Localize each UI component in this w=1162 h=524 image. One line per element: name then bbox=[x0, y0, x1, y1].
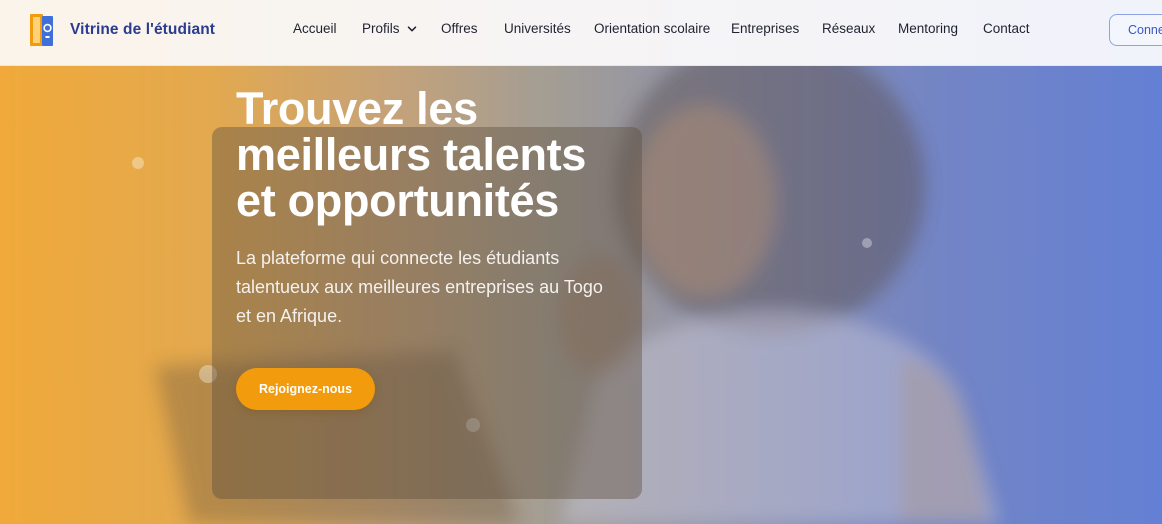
nav-item-profils[interactable]: Profils bbox=[362, 21, 417, 36]
nav-item-orientation-scolaire[interactable]: Orientation scolaire bbox=[594, 21, 710, 36]
door-logo-icon bbox=[28, 12, 56, 48]
nav-item-contact[interactable]: Contact bbox=[983, 21, 1030, 36]
brand-name: Vitrine de l'étudiant bbox=[70, 21, 216, 38]
hero-subtitle: La plateforme qui connecte les étudiants… bbox=[236, 248, 603, 326]
chevron-down-icon bbox=[407, 24, 417, 34]
nav-item-mentoring[interactable]: Mentoring bbox=[898, 21, 958, 36]
nav-item-reseaux[interactable]: Réseaux bbox=[822, 21, 875, 36]
decorative-dot bbox=[862, 238, 872, 248]
hero-title: Trouvez les meilleurs talents et opportu… bbox=[236, 83, 587, 226]
join-us-button[interactable]: Rejoignez-nous bbox=[236, 368, 375, 410]
site-header: Vitrine de l'étudiant Accueil Profils Of… bbox=[0, 0, 1162, 66]
nav-item-label: Profils bbox=[362, 21, 400, 36]
nav-item-entreprises[interactable]: Entreprises bbox=[731, 21, 799, 36]
brand[interactable]: Vitrine de l'étudiant bbox=[28, 12, 215, 48]
nav-item-universites[interactable]: Universités bbox=[504, 21, 571, 36]
decorative-dot bbox=[132, 157, 144, 169]
nav-item-offres[interactable]: Offres bbox=[441, 21, 478, 36]
nav-item-accueil[interactable]: Accueil bbox=[293, 21, 337, 36]
login-button[interactable]: Connexion bbox=[1109, 14, 1162, 46]
